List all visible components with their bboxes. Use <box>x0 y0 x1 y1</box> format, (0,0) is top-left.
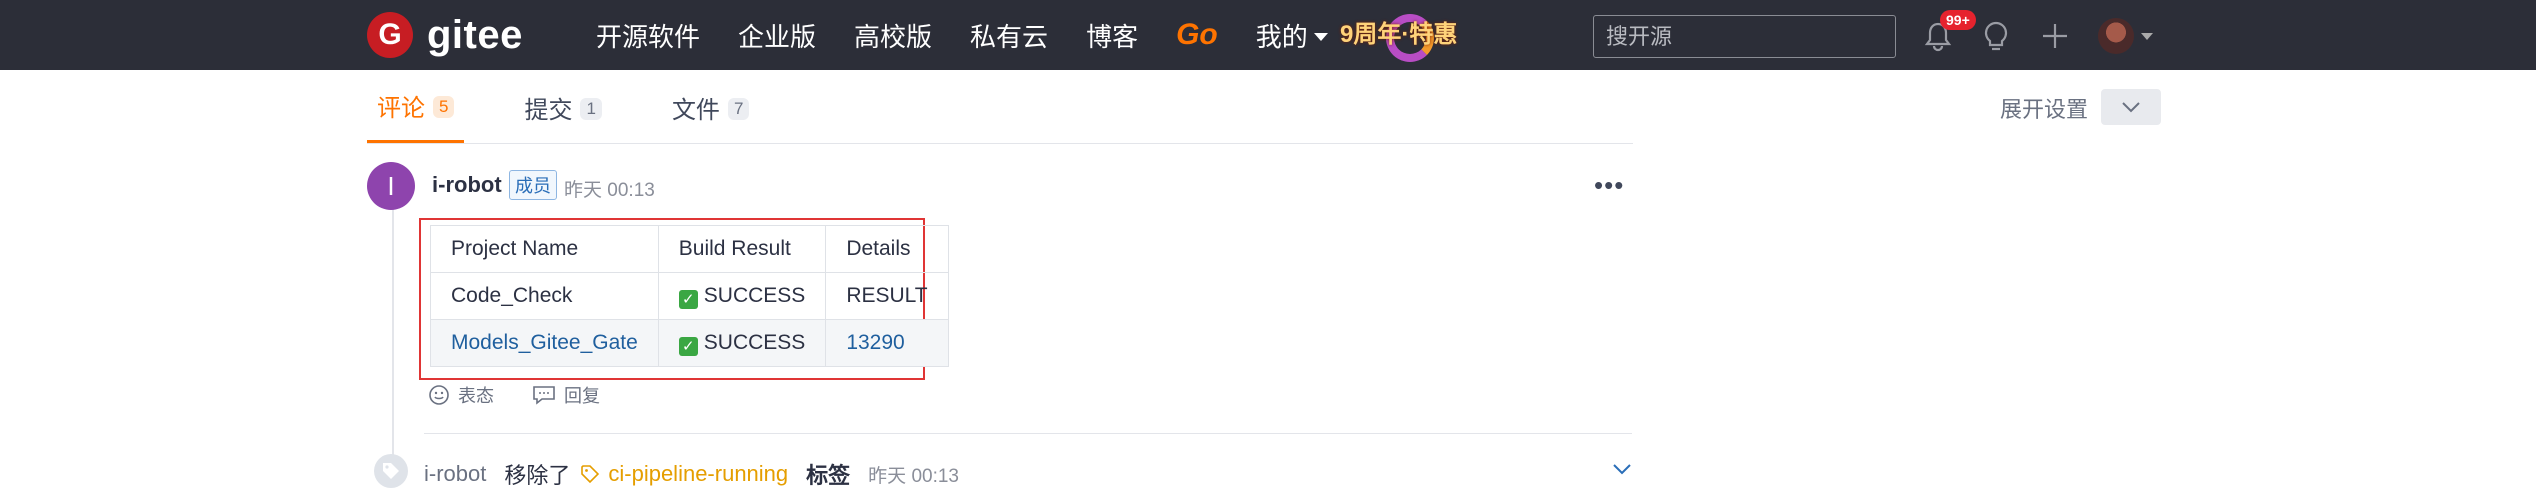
project-name-link-text[interactable]: Models_Gitee_Gate <box>451 331 638 354</box>
build-result-cell: ✓ SUCCESS <box>657 272 827 320</box>
tab-comments[interactable]: 评论 5 <box>367 70 465 144</box>
build-result-text: SUCCESS <box>703 283 806 307</box>
details-cell: RESULT <box>825 272 949 320</box>
project-name-link[interactable]: Models_Gitee_Gate <box>430 319 659 367</box>
label-removed-event: i-robot 移除了 ci-pipeline-running 标签 昨天 00… <box>424 458 959 490</box>
tab-commits-label: 提交 <box>524 96 573 124</box>
search-input[interactable] <box>1593 15 1896 58</box>
table-row: Code_Check ✓ SUCCESS RESULT <box>430 272 949 320</box>
tab-commits-count: 1 <box>580 98 602 120</box>
chevron-down-icon <box>1313 33 1328 41</box>
table-row: Models_Gitee_Gate ✓ SUCCESS 13290 <box>430 319 949 367</box>
tabs-divider <box>367 143 1633 144</box>
timeline-line <box>392 186 394 476</box>
nav-item-education[interactable]: 高校版 <box>854 17 932 54</box>
member-badge: 成员 <box>509 170 557 200</box>
project-name-cell: Code_Check <box>430 272 659 320</box>
tab-files-count: 7 <box>727 98 750 120</box>
details-link-text[interactable]: 13290 <box>846 331 904 354</box>
comment-time: 昨天 00:13 <box>564 180 655 201</box>
tab-comments-label: 评论 <box>377 94 425 122</box>
expand-settings-label[interactable]: 展开设置 <box>2000 92 2088 124</box>
notification-badge: 99+ <box>1940 10 1976 30</box>
nav-item-private-cloud[interactable]: 私有云 <box>970 17 1048 54</box>
nav-item-mine[interactable]: 我的 <box>1256 17 1328 54</box>
column-header-result: Build Result <box>657 225 827 273</box>
column-header-project: Project Name <box>430 225 659 273</box>
reply-label: 回复 <box>564 386 600 406</box>
build-result-table: Project Name Build Result Details Code_C… <box>430 225 949 367</box>
label-chip[interactable]: ci-pipeline-running <box>580 461 788 487</box>
details-link[interactable]: 13290 <box>825 319 949 367</box>
brand-name: gitee <box>427 12 523 57</box>
label-name: ci-pipeline-running <box>608 461 789 486</box>
lightbulb-icon[interactable] <box>1980 20 2012 52</box>
comment-avatar[interactable]: I <box>367 162 415 210</box>
pr-tabs: 评论 5 提交 1 文件 7 <box>367 70 809 144</box>
smiley-icon <box>429 385 449 405</box>
check-mark-icon: ✓ <box>678 289 698 309</box>
nav-item-open-source[interactable]: 开源软件 <box>596 17 700 54</box>
main-nav: 开源软件 企业版 高校版 私有云 博客 Go 我的 <box>596 0 1366 70</box>
event-noun: 标签 <box>806 463 851 488</box>
column-header-details: Details <box>825 225 949 273</box>
tag-outline-icon <box>581 465 600 484</box>
react-label: 表态 <box>458 386 494 406</box>
tab-files-label: 文件 <box>671 96 720 124</box>
plus-icon[interactable] <box>2039 20 2071 52</box>
promo-text: 9周年·特惠 <box>1340 21 1458 48</box>
comment-author[interactable]: i-robot <box>432 172 502 198</box>
speech-bubble-icon <box>533 386 555 405</box>
comment-actions: 表态 回复 <box>428 382 638 408</box>
avatar-chevron-down-icon[interactable] <box>2141 33 2153 40</box>
check-mark-icon: ✓ <box>678 336 698 356</box>
user-avatar[interactable] <box>2098 18 2134 54</box>
tab-commits[interactable]: 提交 1 <box>514 70 611 144</box>
build-result-text: SUCCESS <box>703 330 806 354</box>
reply-button[interactable]: 回复 <box>532 382 600 408</box>
nav-item-enterprise[interactable]: 企业版 <box>738 17 816 54</box>
nav-item-go[interactable]: Go <box>1176 18 1218 52</box>
event-user[interactable]: i-robot <box>424 461 486 487</box>
gitee-logo[interactable]: G gitee <box>367 12 523 58</box>
chevron-down-icon[interactable] <box>1612 462 1632 476</box>
nav-item-blog[interactable]: 博客 <box>1086 17 1138 54</box>
chevron-down-icon <box>2122 102 2140 113</box>
event-action: 移除了 <box>504 463 571 488</box>
nav-mine-label: 我的 <box>1255 21 1308 52</box>
table-header-row: Project Name Build Result Details <box>430 225 949 273</box>
expand-settings-button[interactable] <box>2101 89 2161 125</box>
gitee-logo-icon: G <box>367 12 413 58</box>
react-button[interactable]: 表态 <box>428 382 494 408</box>
more-options-icon[interactable]: ••• <box>1594 170 1624 201</box>
build-result-cell: ✓ SUCCESS <box>657 319 827 367</box>
tab-files[interactable]: 文件 7 <box>662 70 759 144</box>
top-navbar: G gitee 开源软件 企业版 高校版 私有云 博客 Go 我的 9周年·特惠… <box>0 0 2536 70</box>
anniversary-promo-banner[interactable]: 9周年·特惠 <box>1340 6 1470 64</box>
tag-event-icon <box>374 454 408 488</box>
tab-comments-count: 5 <box>433 96 455 118</box>
event-time: 昨天 00:13 <box>868 465 959 487</box>
comment-divider <box>424 433 1632 434</box>
tag-icon <box>383 463 399 479</box>
